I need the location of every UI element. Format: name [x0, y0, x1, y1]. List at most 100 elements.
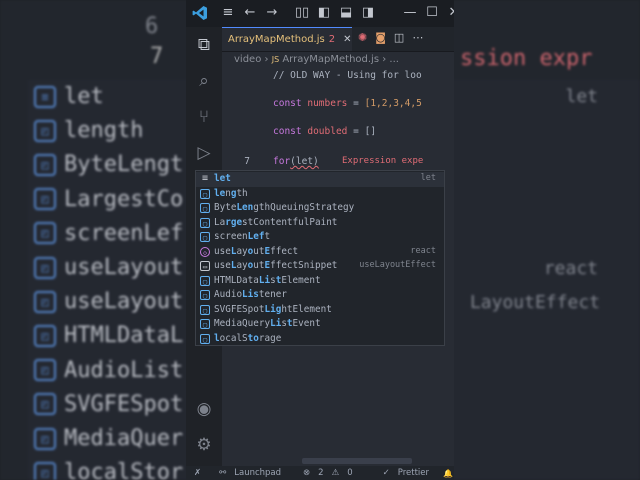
variable-icon: ▢	[200, 275, 210, 286]
backdrop-item-label: ByteLengt	[64, 152, 184, 178]
backdrop-item: ◰ ByteLengt	[34, 152, 183, 177]
code-line-current: 7 for(let) Expression expe	[222, 156, 454, 170]
line-number: 7	[244, 156, 250, 167]
variable-icon: ▢	[200, 290, 210, 300]
search-icon[interactable]: ⌕	[194, 71, 214, 91]
source-control-icon[interactable]: ⑂	[194, 107, 214, 127]
maximize-icon[interactable]: ☐	[422, 5, 442, 20]
explorer-icon[interactable]: ⧉	[194, 35, 214, 55]
backdrop-item: ◰ HTMLDataL	[34, 323, 183, 348]
backdrop-item-icon: ≡	[34, 85, 56, 108]
warning-icon: ⚠	[331, 468, 340, 478]
suggestion-item[interactable]: ▢ HTMLDataListElement	[196, 274, 444, 289]
backdrop-item-icon: ◰	[34, 119, 56, 142]
variable-icon: ▢	[200, 188, 210, 199]
suggestion-item[interactable]: ▢ ByteLengthQueuingStrategy	[196, 201, 444, 216]
snippet-icon: ▭	[200, 261, 210, 271]
menu-icon[interactable]: ≡	[218, 5, 238, 20]
panel-icon[interactable]: ⬓	[336, 5, 356, 20]
suggest-widget: ≡ let let ▢ length ▢ ByteLengthQueuingStrategy…	[195, 170, 445, 346]
error-count[interactable]: 2	[318, 468, 323, 478]
close-icon[interactable]: ✕	[444, 5, 454, 20]
breadcrumb-file[interactable]: ArrayMapMethod.js	[282, 54, 379, 65]
backdrop-item-icon: ◰	[34, 188, 56, 211]
suggestion-label: localStorage	[214, 332, 282, 344]
backdrop-item-label: length	[64, 118, 144, 144]
backdrop-item-label: localStor	[64, 460, 184, 480]
backdrop-item: ◰ useLayout	[34, 289, 183, 314]
suggestion-label: MediaQueryListEvent	[214, 318, 321, 329]
backdrop-item-icon: ◰	[34, 393, 56, 416]
module-icon: ◇	[200, 246, 210, 257]
suggestion-item[interactable]: ▢ localStorage	[196, 332, 444, 347]
backdrop-item-label: SVGFESpot	[64, 391, 184, 417]
backdrop-item-label: HTMLDataL	[64, 323, 184, 349]
launchpad-icon: ⚯	[219, 468, 227, 478]
tab-close-icon[interactable]: ✕	[343, 34, 351, 45]
suggestion-item[interactable]: ◇ useLayoutEffect react	[196, 245, 444, 260]
suggestion-item[interactable]: ▢ AudioListener	[196, 288, 444, 303]
editor-actions: ✺ ◙ ◫ ⋯	[358, 31, 423, 44]
warning-count[interactable]: 0	[347, 468, 352, 478]
variable-icon: ▢	[200, 333, 210, 344]
forward-arrow-icon[interactable]: →	[262, 5, 282, 20]
backdrop-line-number: 6	[145, 14, 159, 39]
suggestion-label: LargestContentfulPaint	[214, 216, 338, 228]
suggestion-label: SVGFESpotLightElement	[214, 303, 332, 315]
suggestion-item[interactable]: ▢ MediaQueryListEvent	[196, 317, 444, 332]
keyword-icon: ≡	[201, 173, 209, 184]
backdrop-item-label: AudioList	[64, 357, 184, 383]
backdrop-item: ◰ MediaQuer	[34, 426, 183, 451]
suggestion-item[interactable]: ▢ SVGFESpotLightElement	[196, 303, 444, 318]
secondary-sidebar-icon[interactable]: ◨	[358, 5, 378, 20]
suggestion-item[interactable]: ▭ useLayoutEffectSnippet useLayoutEffect	[196, 259, 444, 274]
suggestion-item[interactable]: ▢ length	[196, 187, 444, 202]
backdrop-line-seven: 7	[150, 44, 164, 69]
layout-icon[interactable]: ▯▯	[292, 5, 312, 20]
vscode-logo-icon[interactable]	[192, 5, 208, 21]
suggestion-detail: react	[410, 245, 436, 256]
backdrop-item-icon: ◰	[34, 427, 56, 450]
horizontal-scrollbar[interactable]	[302, 458, 412, 464]
suggestion-label: screenLeft	[214, 231, 271, 242]
backdrop-item: ◰ localStor	[34, 460, 183, 480]
variable-icon: ▢	[200, 232, 210, 242]
more-actions-icon[interactable]: ⋯	[412, 31, 423, 44]
tab-arraymapmethod[interactable]: ArrayMapMethod.js 2 ✕	[222, 27, 352, 51]
sidebar-icon[interactable]: ◧	[314, 5, 334, 20]
backdrop-detail-layout: LayoutEffect	[469, 292, 600, 313]
minimize-icon[interactable]: —	[400, 5, 420, 20]
suggestion-label: let	[214, 173, 231, 184]
chat-icon[interactable]: ◙	[375, 31, 386, 44]
suggestion-detail: useLayoutEffect	[359, 260, 436, 270]
tab-problem-count: 2	[328, 34, 336, 45]
breadcrumb-folder[interactable]: video	[234, 54, 261, 65]
account-icon[interactable]: ◉	[194, 399, 214, 419]
settings-gear-icon[interactable]: ⚙	[194, 435, 214, 455]
suggestion-item[interactable]: ▢ screenLeft	[196, 230, 444, 245]
suggestion-item[interactable]: ≡ let let	[196, 172, 444, 187]
js-file-icon: JS	[271, 55, 280, 64]
prettier-button[interactable]: Prettier	[398, 468, 429, 478]
title-bar: ≡←→ ▯▯◧⬓◨ —☐✕	[186, 0, 454, 27]
remote-icon[interactable]: ✗	[194, 468, 201, 478]
suggestion-detail: let	[420, 173, 436, 183]
backdrop-error-text: ssion expr	[460, 46, 593, 71]
backdrop-item-icon: ◰	[34, 256, 56, 279]
copilot-icon[interactable]: ✺	[358, 31, 367, 44]
backdrop-item: ◰ LargestCo	[34, 187, 183, 212]
split-editor-icon[interactable]: ◫	[394, 31, 404, 44]
suggestion-item[interactable]: ▢ LargestContentfulPaint	[196, 216, 444, 231]
suggestion-label: ByteLengthQueuingStrategy	[214, 202, 355, 213]
run-debug-icon[interactable]: ▷	[194, 143, 214, 163]
breadcrumb-more[interactable]: ...	[389, 54, 399, 65]
tab-bar: ArrayMapMethod.js 2 ✕ ✺ ◙ ◫ ⋯	[222, 27, 454, 52]
code-line: const numbers = [1,2,3,4,5	[273, 98, 422, 109]
backdrop-item-icon: ◰	[34, 359, 56, 382]
launchpad-button[interactable]: Launchpad	[234, 468, 281, 478]
bell-icon[interactable]: 🔔	[443, 469, 453, 478]
suggestion-label: HTMLDataListElement	[214, 274, 321, 286]
backdrop-item-icon: ◰	[34, 222, 56, 245]
back-arrow-icon[interactable]: ←	[240, 5, 260, 20]
status-bar: ✗ ⚯ Launchpad ⊗ 2 ⚠ 0 ✓ Prettier 🔔	[186, 466, 454, 480]
